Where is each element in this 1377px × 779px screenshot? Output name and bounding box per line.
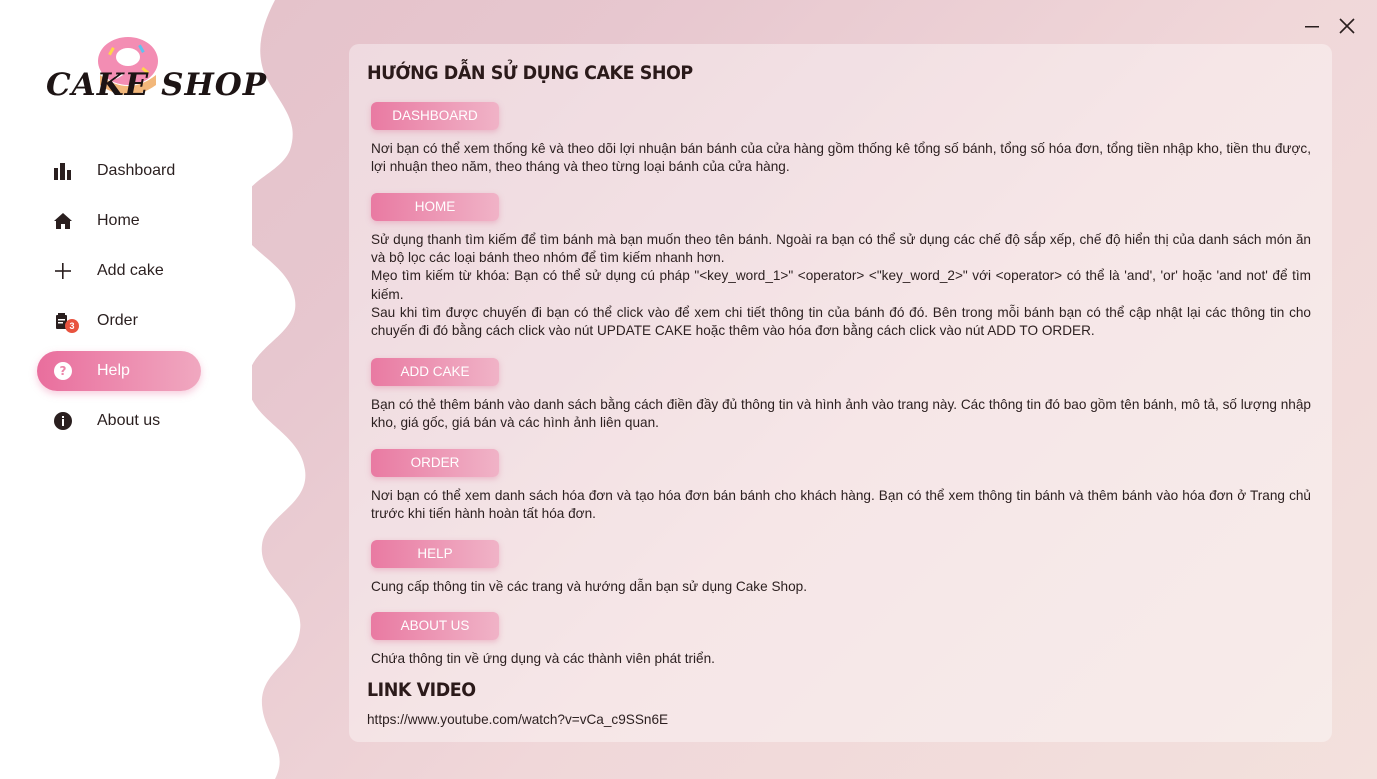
dashboard-section-button[interactable]: DASHBOARD: [371, 102, 499, 130]
description-line: Nơi bạn có thể xem danh sách hóa đơn và …: [371, 488, 1311, 522]
sidebar-item-order[interactable]: 3 Order: [37, 301, 201, 341]
section-description: Chứa thông tin về ứng dụng và các thành …: [371, 650, 1311, 668]
description-line: Sau khi tìm được chuyến đi bạn có thể cl…: [371, 304, 1311, 339]
sidebar: CAKE SHOP Dashboard Home Add cake 3 Orde…: [0, 0, 266, 779]
sidebar-item-dashboard[interactable]: Dashboard: [37, 151, 201, 191]
description-line: Cung cấp thông tin về các trang và hướng…: [371, 579, 807, 594]
description-line: Nơi bạn có thể xem thống kê và theo dõi …: [371, 141, 1311, 175]
section-add-cake: ADD CAKE Bạn có thẻ thêm bánh vào danh s…: [371, 358, 1311, 432]
section-dashboard: DASHBOARD Nơi bạn có thể xem thống kê và…: [371, 102, 1311, 176]
order-count-badge: 3: [65, 319, 79, 333]
help-content-panel: HƯỚNG DẪN SỬ DỤNG CAKE SHOP DASHBOARD Nơ…: [349, 44, 1332, 742]
page-title: HƯỚNG DẪN SỬ DỤNG CAKE SHOP: [367, 62, 693, 84]
add-cake-section-button[interactable]: ADD CAKE: [371, 358, 499, 386]
section-home: HOME Sử dụng thanh tìm kiếm để tìm bánh …: [371, 193, 1311, 340]
section-about-us: ABOUT US Chứa thông tin về ứng dụng và c…: [371, 612, 1311, 668]
bar-chart-icon: [52, 161, 74, 181]
close-icon: [1339, 18, 1355, 34]
svg-text:?: ?: [60, 364, 67, 378]
section-description: Bạn có thẻ thêm bánh vào danh sách bằng …: [371, 396, 1311, 432]
description-line: Mẹo tìm kiếm từ khóa: Bạn có thể sử dụng…: [371, 268, 1311, 302]
description-line: Sử dụng thanh tìm kiếm để tìm bánh mà bạ…: [371, 232, 1311, 266]
cake-shop-logo[interactable]: CAKE SHOP: [40, 35, 266, 115]
sidebar-item-home[interactable]: Home: [37, 201, 201, 241]
plus-icon: [52, 261, 74, 281]
sidebar-item-label: Order: [97, 312, 138, 329]
help-icon: ?: [52, 361, 74, 381]
sidebar-item-add-cake[interactable]: Add cake: [37, 251, 201, 291]
video-link[interactable]: https://www.youtube.com/watch?v=vCa_c9SS…: [367, 712, 668, 727]
help-section-button[interactable]: HELP: [371, 540, 499, 568]
order-section-button[interactable]: ORDER: [371, 449, 499, 477]
home-icon: [52, 211, 74, 231]
home-section-button[interactable]: HOME: [371, 193, 499, 221]
section-description: Sử dụng thanh tìm kiếm để tìm bánh mà bạ…: [371, 231, 1311, 340]
section-description: Nơi bạn có thể xem danh sách hóa đơn và …: [371, 487, 1311, 523]
sidebar-nav: Dashboard Home Add cake 3 Order ? Help A…: [37, 151, 201, 451]
logo-text: CAKE SHOP: [46, 67, 268, 103]
section-description: Nơi bạn có thể xem thống kê và theo dõi …: [371, 140, 1311, 176]
sidebar-item-label: About us: [97, 412, 161, 429]
sidebar-item-help[interactable]: ? Help: [37, 351, 201, 391]
description-line: Chứa thông tin về ứng dụng và các thành …: [371, 651, 715, 666]
sidebar-item-label: Add cake: [97, 262, 164, 279]
close-button[interactable]: [1335, 14, 1359, 38]
section-description: Cung cấp thông tin về các trang và hướng…: [371, 578, 1311, 596]
video-title: LINK VIDEO: [367, 679, 476, 701]
section-help: HELP Cung cấp thông tin về các trang và …: [371, 540, 1311, 596]
info-icon: [52, 411, 74, 431]
sidebar-item-label: Home: [97, 212, 140, 229]
description-line: Bạn có thẻ thêm bánh vào danh sách bằng …: [371, 397, 1311, 431]
sidebar-item-label: Help: [97, 362, 130, 379]
minimize-button[interactable]: [1300, 14, 1324, 38]
minimize-icon: [1305, 26, 1319, 28]
about-us-section-button[interactable]: ABOUT US: [371, 612, 499, 640]
section-order: ORDER Nơi bạn có thể xem danh sách hóa đ…: [371, 449, 1311, 523]
sidebar-item-label: Dashboard: [97, 162, 176, 179]
sidebar-item-about-us[interactable]: About us: [37, 401, 201, 441]
